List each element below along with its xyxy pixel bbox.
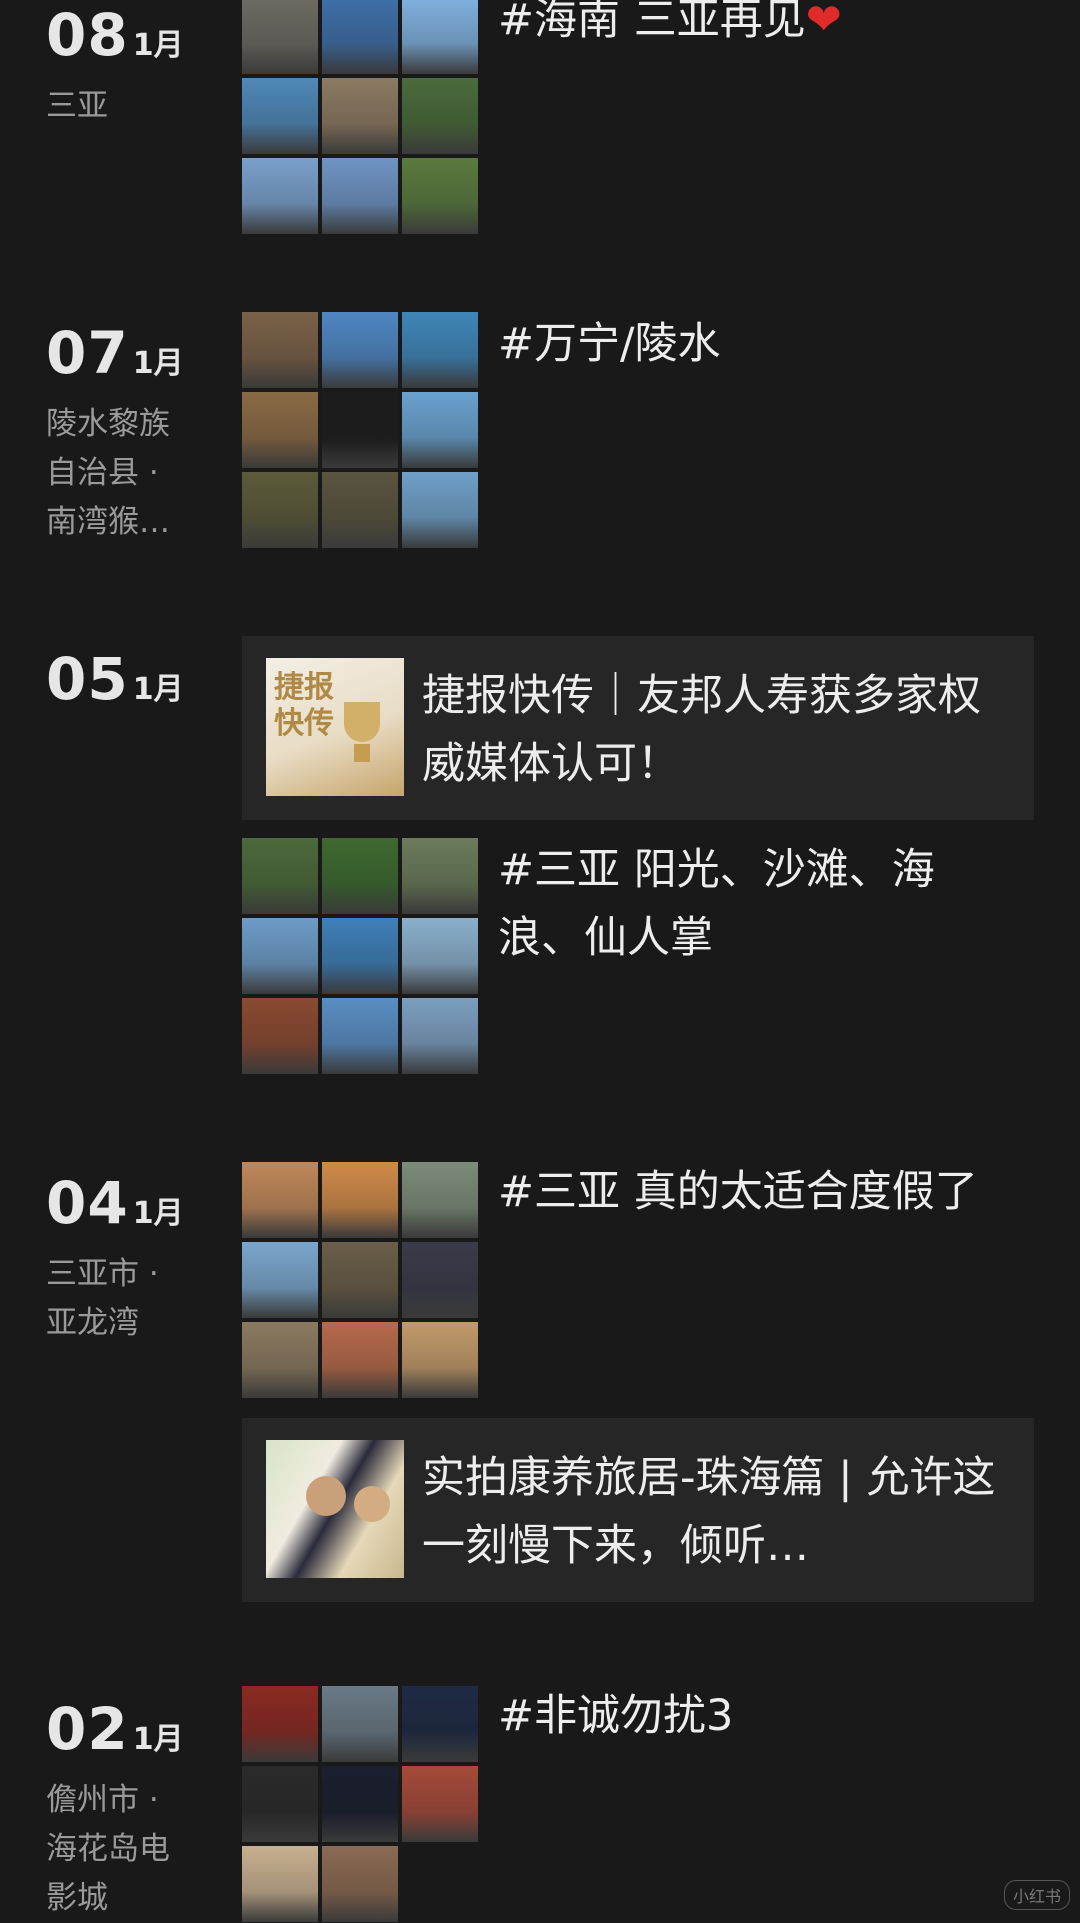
entry-date: 07 1月 陵水黎族自治县 · 南湾猴… (46, 324, 216, 547)
entry-month: 1月 (132, 1722, 184, 1757)
entry-location: 陵水黎族自治县 · 南湾猴… (46, 406, 170, 540)
entry-day: 04 (46, 1169, 129, 1237)
photo-thumbnail[interactable] (322, 1322, 398, 1398)
photo-thumbnail[interactable] (402, 392, 478, 468)
photo-grid[interactable] (242, 1686, 478, 1922)
entry-month: 1月 (132, 346, 184, 381)
post-caption[interactable]: #非诚勿扰3 (498, 1682, 998, 1750)
photo-thumbnail[interactable] (242, 838, 318, 914)
entry-date: 04 1月 三亚市 · 亚龙湾 (46, 1174, 216, 1348)
photo-thumbnail[interactable] (402, 1162, 478, 1238)
photo-thumbnail[interactable] (322, 472, 398, 548)
entry-location: 儋州市 · 海花岛电影城 (46, 1782, 170, 1916)
article-thumbnail: 捷报快传 (266, 658, 404, 796)
photo-thumbnail[interactable] (242, 392, 318, 468)
photo-thumbnail[interactable] (402, 838, 478, 914)
caption-text: #非诚勿扰3 (498, 1691, 734, 1741)
trophy-icon (344, 702, 380, 742)
photo-thumbnail[interactable] (402, 1766, 478, 1842)
photo-thumbnail[interactable] (402, 158, 478, 234)
photo-thumbnail[interactable] (242, 1162, 318, 1238)
person-silhouette (306, 1476, 346, 1516)
entry-day: 05 (46, 645, 129, 713)
entry-date: 02 1月 儋州市 · 海花岛电影城 (46, 1700, 216, 1923)
entry-month: 1月 (132, 28, 184, 63)
photo-thumbnail[interactable] (242, 78, 318, 154)
photo-thumbnail[interactable] (242, 1322, 318, 1398)
entry-day: 02 (46, 1695, 129, 1763)
thumbnail-text: 捷报快传 (274, 670, 334, 741)
caption-text: #三亚 阳光、沙滩、海浪、仙人掌 (498, 845, 935, 963)
photo-thumbnail[interactable] (402, 1242, 478, 1318)
caption-text: #万宁/陵水 (498, 319, 721, 369)
article-title: 捷报快传｜友邦人寿获多家权威媒体认可！ (422, 671, 981, 789)
entry-month: 1月 (132, 1196, 184, 1231)
photo-thumbnail[interactable] (242, 0, 318, 74)
trophy-base (354, 744, 370, 762)
photo-thumbnail[interactable] (322, 918, 398, 994)
photo-thumbnail[interactable] (322, 158, 398, 234)
shared-article-card[interactable]: 捷报快传 捷报快传｜友邦人寿获多家权威媒体认可！ (242, 636, 1034, 820)
entry-date: 08 1月 三亚 (46, 6, 216, 131)
photo-thumbnail[interactable] (242, 1686, 318, 1762)
photo-thumbnail[interactable] (242, 998, 318, 1074)
post-caption[interactable]: #万宁/陵水 (498, 310, 998, 378)
heart-icon: ❤ (805, 0, 842, 45)
photo-thumbnail[interactable] (322, 1686, 398, 1762)
photo-thumbnail[interactable] (322, 1162, 398, 1238)
photo-thumbnail[interactable] (322, 312, 398, 388)
photo-thumbnail[interactable] (322, 838, 398, 914)
post-caption[interactable]: #海南 三亚再见❤ (498, 0, 998, 54)
photo-thumbnail[interactable] (322, 1846, 398, 1922)
person-silhouette (354, 1486, 390, 1522)
photo-thumbnail[interactable] (402, 1686, 478, 1762)
photo-grid[interactable] (242, 838, 478, 1074)
photo-thumbnail[interactable] (402, 472, 478, 548)
article-title: 实拍康养旅居-珠海篇 | 允许这一刻慢下来，倾听… (422, 1453, 996, 1571)
photo-thumbnail[interactable] (402, 1322, 478, 1398)
caption-text: #海南 三亚再见 (498, 0, 806, 45)
entry-location: 三亚 (46, 88, 108, 124)
caption-text: #三亚 真的太适合度假了 (498, 1167, 978, 1217)
photo-thumbnail[interactable] (322, 0, 398, 74)
entry-day: 07 (46, 319, 129, 387)
entry-month: 1月 (132, 672, 184, 707)
photo-grid[interactable] (242, 1162, 478, 1398)
shared-article-card[interactable]: 实拍康养旅居-珠海篇 | 允许这一刻慢下来，倾听… (242, 1418, 1034, 1602)
article-thumbnail (266, 1440, 404, 1578)
photo-thumbnail[interactable] (242, 312, 318, 388)
post-caption[interactable]: #三亚 真的太适合度假了 (498, 1158, 998, 1226)
photo-thumbnail[interactable] (242, 1766, 318, 1842)
photo-thumbnail[interactable] (322, 998, 398, 1074)
entry-day: 08 (46, 1, 129, 69)
photo-grid[interactable] (242, 312, 478, 548)
photo-thumbnail[interactable] (402, 998, 478, 1074)
photo-thumbnail[interactable] (322, 392, 398, 468)
photo-thumbnail[interactable] (402, 918, 478, 994)
photo-thumbnail[interactable] (402, 312, 478, 388)
photo-thumbnail[interactable] (242, 158, 318, 234)
photo-thumbnail[interactable] (402, 0, 478, 74)
photo-thumbnail[interactable] (242, 1242, 318, 1318)
post-caption[interactable]: #三亚 阳光、沙滩、海浪、仙人掌 (498, 836, 998, 972)
photo-grid[interactable] (242, 0, 478, 234)
entry-location: 三亚市 · 亚龙湾 (46, 1256, 159, 1341)
photo-thumbnail[interactable] (322, 1242, 398, 1318)
photo-thumbnail[interactable] (242, 1846, 318, 1922)
watermark-badge: 小红书 (1003, 1880, 1070, 1910)
photo-thumbnail[interactable] (322, 78, 398, 154)
photo-thumbnail[interactable] (402, 78, 478, 154)
photo-thumbnail[interactable] (322, 1766, 398, 1842)
photo-thumbnail[interactable] (242, 918, 318, 994)
entry-date: 05 1月 (46, 650, 216, 708)
photo-thumbnail[interactable] (242, 472, 318, 548)
